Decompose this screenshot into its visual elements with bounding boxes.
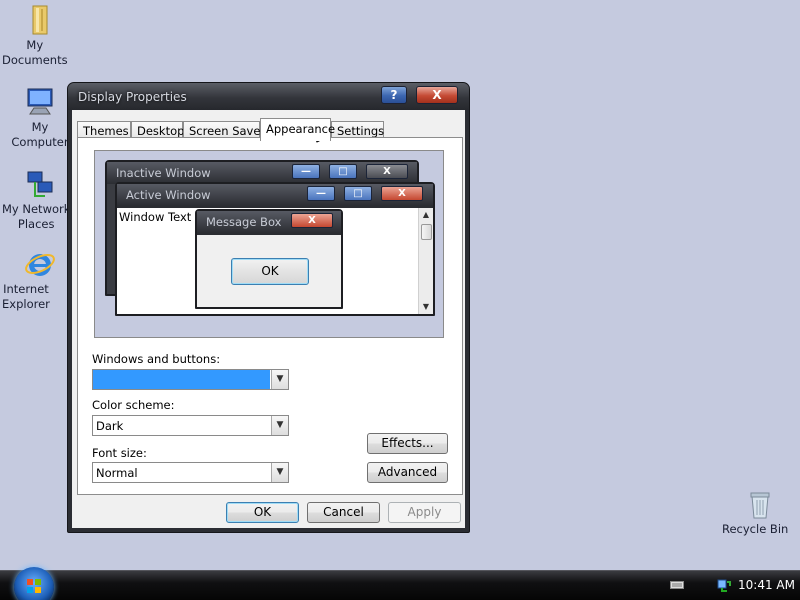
tab-appearance[interactable]: Appearance: [260, 118, 335, 141]
windows-buttons-label: Windows and buttons:: [92, 352, 221, 366]
close-icon: X: [291, 213, 333, 228]
preview-ok-button: OK: [231, 258, 309, 285]
effects-button[interactable]: Effects...: [367, 433, 448, 454]
desktop-icon-my-documents[interactable]: My Documents: [2, 4, 78, 67]
recycle-bin-icon: [744, 488, 776, 520]
preview-scrollbar: ▲ ▼: [418, 208, 433, 314]
apply-button[interactable]: Apply: [388, 502, 461, 523]
minimize-icon: —: [307, 186, 335, 201]
preview-message-title: Message Box: [206, 215, 282, 229]
start-button[interactable]: [14, 567, 54, 600]
font-size-value: Normal: [96, 466, 138, 480]
display-properties-window: Display Properties ? X Themes Desktop Sc…: [67, 82, 470, 533]
window-client-area: Themes Desktop Screen Saver Appearance S…: [72, 110, 465, 528]
ok-button[interactable]: OK: [226, 502, 299, 523]
maximize-icon: □: [329, 164, 357, 179]
maximize-icon: □: [344, 186, 372, 201]
window-title: Display Properties: [78, 90, 187, 104]
desktop-icon-label: Recycle Bin: [722, 522, 789, 536]
windows-logo-icon: [27, 579, 41, 593]
font-size-select[interactable]: Normal ▼: [92, 462, 289, 483]
windows-buttons-select[interactable]: ▼: [92, 369, 289, 390]
color-scheme-label: Color scheme:: [92, 398, 175, 412]
internet-explorer-icon: [24, 248, 56, 280]
keyboard-icon[interactable]: [670, 579, 684, 591]
minimize-icon: —: [292, 164, 320, 179]
computer-icon: [24, 86, 56, 118]
cancel-button[interactable]: Cancel: [307, 502, 380, 523]
window-titlebar[interactable]: Display Properties ? X: [68, 83, 469, 110]
desktop-icon-label: My Network Places: [2, 202, 71, 231]
taskbar: 10:41 AM: [0, 567, 800, 600]
scroll-down-icon: ▼: [422, 302, 430, 311]
preview-window-text: Window Text: [119, 210, 192, 224]
close-icon: X: [381, 186, 423, 201]
scroll-up-icon: ▲: [422, 210, 430, 219]
appearance-tab-panel: Inactive Window — □ X Active Window — □ …: [77, 137, 463, 495]
scroll-thumb: [421, 224, 432, 240]
preview-message-box: Message Box X OK: [195, 209, 343, 309]
preview-message-body: OK: [197, 235, 341, 307]
color-scheme-value: Dark: [96, 419, 124, 433]
desktop-icon-label: My Documents: [2, 38, 68, 67]
color-scheme-select[interactable]: Dark ▼: [92, 415, 289, 436]
preview-active-title: Active Window: [126, 188, 211, 202]
network-icon: [24, 168, 56, 200]
help-button[interactable]: ?: [381, 86, 407, 104]
appearance-preview: Inactive Window — □ X Active Window — □ …: [94, 150, 444, 338]
font-size-label: Font size:: [92, 446, 147, 460]
desktop-icon-label: Internet Explorer: [2, 282, 50, 311]
chevron-down-icon[interactable]: ▼: [271, 370, 288, 389]
desktop-icon-recycle-bin[interactable]: Recycle Bin: [722, 488, 798, 536]
advanced-button[interactable]: Advanced: [367, 462, 448, 483]
preview-inactive-title: Inactive Window: [116, 166, 211, 180]
clock[interactable]: 10:41 AM: [738, 578, 795, 592]
network-icon[interactable]: [716, 577, 732, 593]
folder-icon: [24, 4, 56, 36]
close-icon: X: [366, 164, 408, 179]
chevron-down-icon[interactable]: ▼: [271, 416, 288, 435]
close-button[interactable]: X: [416, 86, 458, 104]
windows-buttons-value: [93, 370, 270, 389]
chevron-down-icon[interactable]: ▼: [271, 463, 288, 482]
